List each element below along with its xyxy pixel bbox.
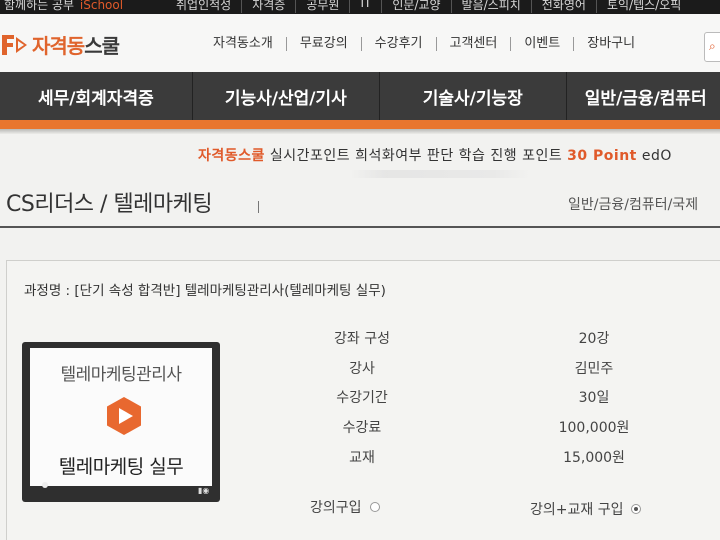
category-general-finance-computer[interactable]: 일반/금융/컴퓨터 [565, 72, 720, 120]
category-craftsman-engineer[interactable]: 기능사/산업/기사 [191, 72, 379, 120]
info-value-fee: 100,000원 [558, 420, 630, 436]
top-utility-bar: 함께하는 공부 iSchool 취업인적성 자격증 공무원 IT 인문/교양 발… [0, 0, 720, 14]
info-value-period: 30일 [578, 390, 610, 406]
progress-dot-icon [42, 482, 48, 488]
info-value-instructor: 김민주 [574, 361, 614, 377]
category-master-craftsman[interactable]: 기술사/기능장 [378, 72, 566, 120]
title-divider [258, 201, 259, 213]
info-label-instructor: 강사 [349, 361, 375, 377]
option-lecture-textbook-label: 강의+교재 구입 [530, 502, 624, 518]
top-link-toeic[interactable]: 토익/텝스/오픽 [595, 0, 691, 13]
title-rule [0, 226, 720, 228]
accent-band [0, 120, 720, 129]
info-value-textbook: 15,000원 [563, 450, 625, 466]
nav-customer-center[interactable]: 고객센터 [435, 37, 511, 51]
nav-free-lectures[interactable]: 무료강의 [285, 37, 361, 51]
top-link-speech[interactable]: 발음/스피치 [450, 0, 531, 13]
search-icon[interactable]: ⌕ [704, 32, 720, 62]
play-icon[interactable] [104, 396, 144, 436]
site-header: 자격동스쿨 자격동소개 무료강의 수강후기 고객센터 이벤트 장바구니 ⌕ [0, 14, 720, 72]
category-nav: 세무/회계자격증 기능사/산업/기사 기술사/기능장 일반/금융/컴퓨터 [0, 72, 720, 120]
site-logo[interactable]: 자격동스쿨 [0, 30, 120, 59]
breadcrumb[interactable]: 일반/금융/컴퓨터/국제 [568, 194, 698, 214]
top-link-phone-english[interactable]: 전화영어 [530, 0, 596, 13]
course-name: 과정명 : [단기 속성 합격반] 텔레마케팅관리사(텔레마케팅 실무) [24, 283, 386, 299]
ischool-link[interactable]: iSchool [80, 0, 123, 12]
top-link-job[interactable]: 취업인적성 [166, 0, 241, 13]
radio-lecture-textbook[interactable] [631, 504, 642, 514]
category-tax-accounting[interactable]: 세무/회계자격증 [0, 72, 192, 120]
nav-cart[interactable]: 장바구니 [573, 37, 648, 51]
option-lecture-textbook[interactable]: 강의+교재 구입 [530, 499, 642, 519]
top-link-humanities[interactable]: 인문/교양 [381, 0, 450, 13]
info-value-lectures: 20강 [578, 331, 610, 347]
points-ticker: 자격동스쿨 실시간포인트 희석화여부 판단 학습 진행 포인트 30 Point… [198, 148, 672, 164]
thumbnail-subtitle: 텔레마케팅 실무 [58, 456, 184, 478]
main-nav: 자격동소개 무료강의 수강후기 고객센터 이벤트 장바구니 [200, 37, 648, 51]
top-link-civil[interactable]: 공무원 [295, 0, 349, 13]
page-title: CS리더스 / 텔레마케팅 [6, 192, 213, 217]
top-links: 취업인적성 자격증 공무원 IT 인문/교양 발음/스피치 전화영어 토익/텝스… [166, 0, 691, 13]
logo-text: 자격동스쿨 [32, 34, 120, 58]
info-label-fee: 수강료 [342, 420, 382, 436]
nav-about[interactable]: 자격동소개 [200, 37, 286, 51]
radio-lecture-only[interactable] [369, 502, 380, 512]
nav-events[interactable]: 이벤트 [510, 37, 573, 51]
info-label-lectures: 강좌 구성 [334, 331, 390, 347]
ticker-ghost-line [350, 170, 530, 178]
option-lecture-only-label: 강의구입 [310, 500, 362, 516]
course-thumbnail[interactable]: 텔레마케팅관리사 텔레마케팅 실무 ▮◉ [22, 342, 220, 502]
thumbnail-screen: 텔레마케팅관리사 텔레마케팅 실무 [30, 348, 212, 486]
top-link-it[interactable]: IT [349, 0, 381, 13]
nav-reviews[interactable]: 수강후기 [360, 37, 436, 51]
info-label-textbook: 교재 [349, 450, 375, 466]
player-controls-icon[interactable]: ▮◉ [198, 486, 209, 495]
band-shadow [0, 129, 720, 134]
option-lecture-only[interactable]: 강의구입 [310, 497, 380, 517]
logo-mark-icon [2, 34, 27, 55]
top-link-cert[interactable]: 자격증 [241, 0, 295, 13]
thumbnail-title: 텔레마케팅관리사 [60, 365, 182, 385]
info-label-period: 수강기간 [336, 390, 388, 406]
slogan: 함께하는 공부 iSchool [4, 0, 124, 12]
